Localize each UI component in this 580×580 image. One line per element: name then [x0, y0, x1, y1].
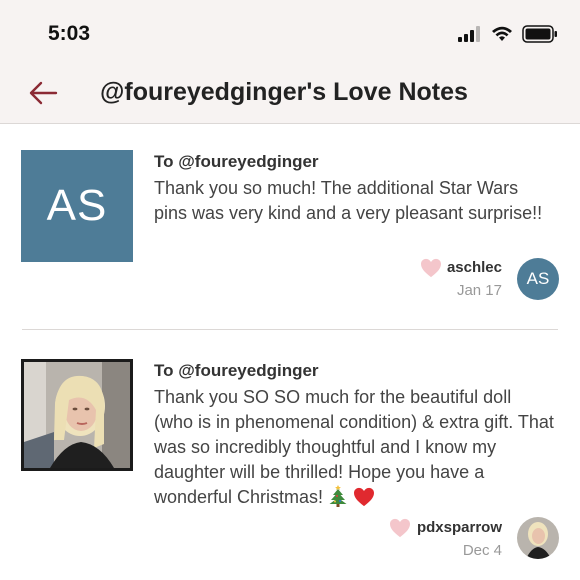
listing-photo [24, 362, 130, 468]
note-recipient: To @foureyedginger [154, 152, 319, 171]
love-note: AS To @foureyedginger Thank you so much!… [0, 124, 580, 330]
status-time: 5:03 [48, 22, 91, 45]
heart-icon[interactable] [389, 518, 411, 538]
signal-icon [458, 26, 480, 42]
status-icons [458, 25, 558, 43]
back-arrow-icon[interactable] [28, 80, 58, 106]
note-thumbnail[interactable] [21, 359, 133, 471]
wifi-icon [492, 26, 512, 41]
status-bar: 5:03 [0, 0, 580, 66]
note-date: Jan 17 [456, 282, 502, 299]
love-note: To @foureyedginger Thank you SO SO much … [0, 331, 580, 580]
note-message: Thank you so much! The additional Star W… [154, 178, 543, 223]
note-date: Dec 4 [462, 542, 502, 559]
note-thumbnail[interactable]: AS [21, 150, 133, 262]
avatar-photo [517, 517, 559, 559]
sender-username[interactable]: aschlec [447, 259, 502, 276]
red-heart-emoji [354, 487, 375, 507]
sender-username[interactable]: pdxsparrow [417, 519, 502, 536]
heart-icon[interactable] [420, 258, 442, 278]
sender-avatar[interactable] [517, 517, 559, 559]
christmas-tree-emoji [329, 485, 347, 507]
note-message: Thank you SO SO much for the beautiful d… [154, 385, 554, 510]
nav-bar: @foureyedginger's Love Notes [0, 66, 580, 124]
page-title: @foureyedginger's Love Notes [100, 78, 468, 106]
battery-icon [522, 25, 557, 43]
note-recipient: To @foureyedginger [154, 361, 319, 380]
sender-avatar[interactable]: AS [517, 258, 559, 300]
divider [22, 329, 558, 330]
